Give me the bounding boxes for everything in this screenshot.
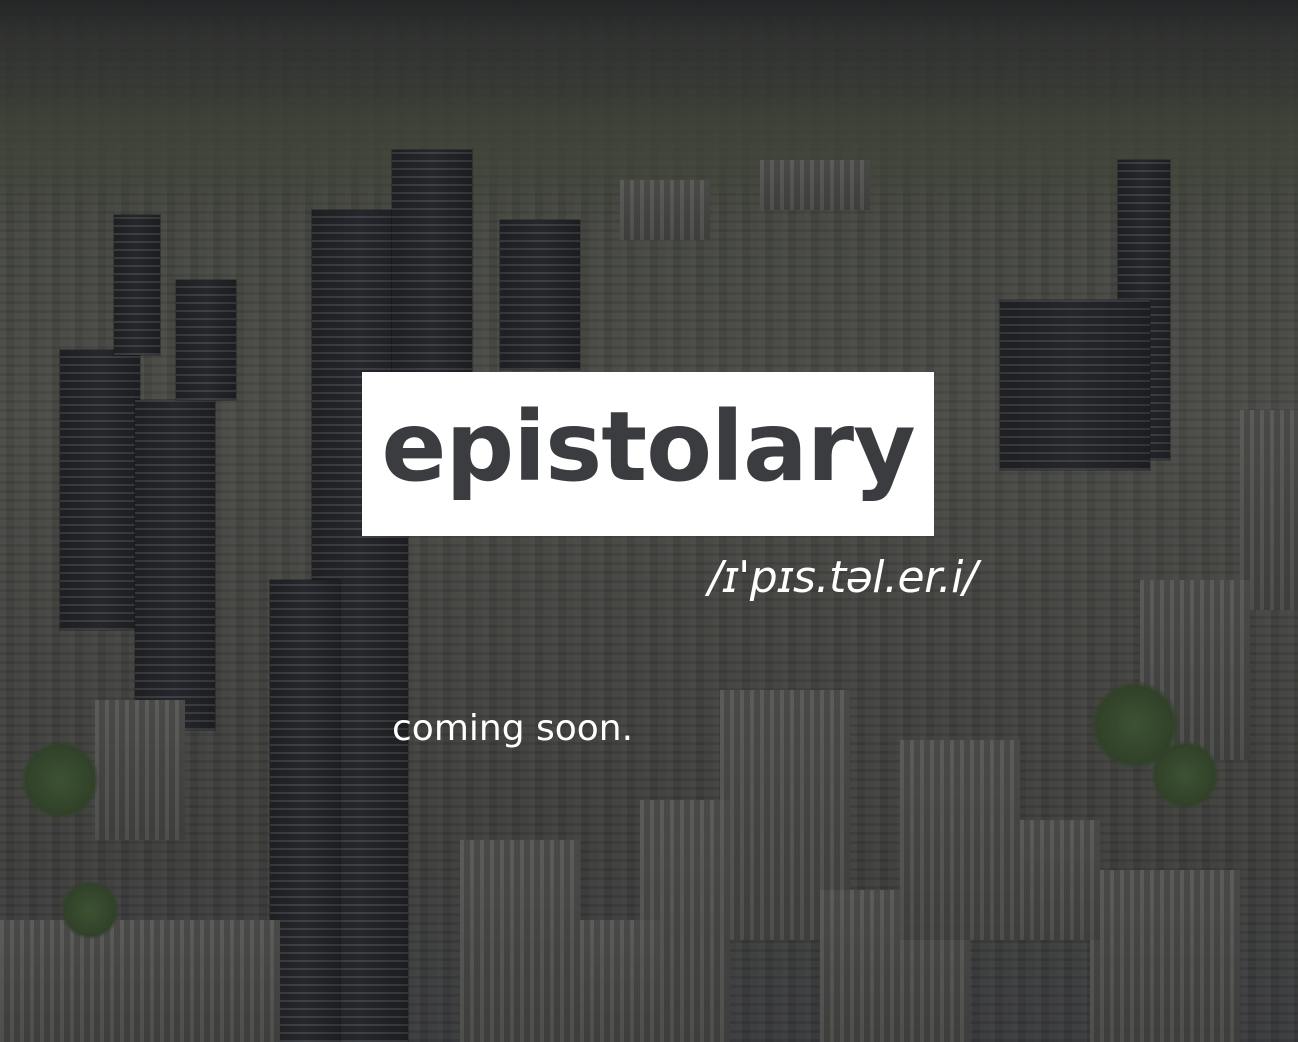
brand-logo: epistolary — [381, 391, 915, 503]
landing-page: epistolary /ɪ'pɪs.təl.er.i/ coming soon. — [0, 0, 1298, 1042]
pronunciation-text: /ɪ'pɪs.təl.er.i/ — [708, 552, 978, 603]
coming-soon-text: coming soon. — [392, 708, 634, 749]
logo-box: epistolary — [362, 372, 934, 536]
